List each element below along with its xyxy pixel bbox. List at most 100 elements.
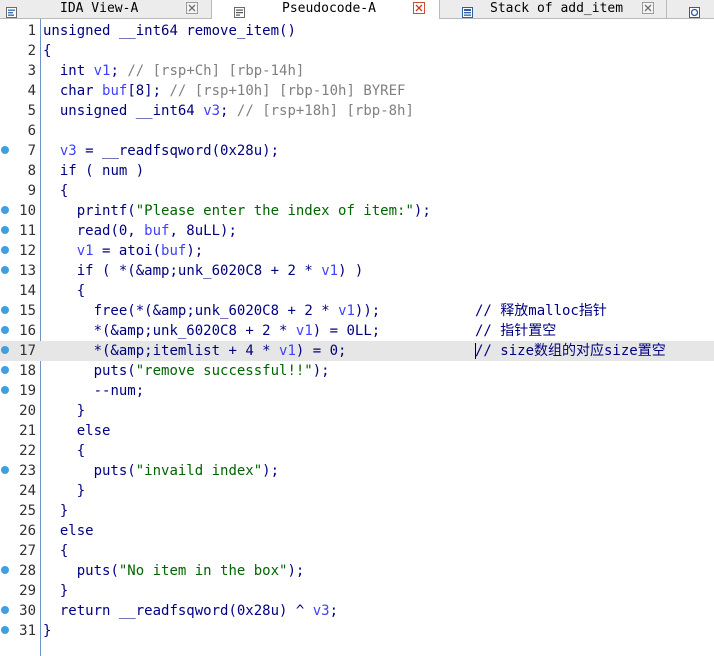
line-number: 13 — [19, 263, 36, 279]
breakpoint-dot-icon[interactable] — [1, 226, 9, 234]
code-line[interactable]: 24 } — [0, 481, 714, 501]
ida-view-icon — [6, 3, 17, 18]
breakpoint-dot-icon[interactable] — [1, 566, 9, 574]
line-number: 20 — [19, 403, 36, 419]
code-text: { — [43, 43, 52, 59]
code-line[interactable]: 20 } — [0, 401, 714, 421]
code-line[interactable]: 21 else — [0, 421, 714, 441]
close-icon[interactable] — [642, 2, 654, 14]
line-number: 25 — [19, 503, 36, 519]
tab-bar: IDA View-A Pseudocode-A Stack of add_ite… — [0, 0, 714, 19]
code-line[interactable]: 27 { — [0, 541, 714, 561]
code-line[interactable]: 1 unsigned __int64 remove_item() — [0, 21, 714, 41]
breakpoint-dot-icon[interactable] — [1, 386, 9, 394]
code-text: } — [43, 503, 69, 519]
code-line[interactable]: 3 int v1; // [rsp+Ch] [rbp-14h] — [0, 61, 714, 81]
code-text: int v1; // [rsp+Ch] [rbp-14h] — [59, 63, 305, 79]
code-text: puts("No item in the box"); — [76, 563, 305, 579]
pseudocode-icon — [234, 3, 245, 18]
code-line[interactable]: 17 *(&amp;itemlist + 4 * v1) = 0; // size… — [0, 341, 714, 361]
tab-label: Stack of add_item — [490, 1, 624, 16]
tab-ida-view-a[interactable]: IDA View-A — [0, 0, 212, 18]
code-line[interactable]: 29 } — [0, 581, 714, 601]
line-number: 8 — [27, 163, 36, 179]
code-text: *(&amp;unk_6020C8 + 2 * v1) = 0LL; — [43, 323, 381, 339]
code-line[interactable]: 19 --num; — [0, 381, 714, 401]
code-text: v3 = __readfsqword(0x28u); — [59, 143, 280, 159]
hexview-icon — [689, 3, 700, 18]
line-number: 23 — [19, 463, 36, 479]
code-line[interactable]: 6 — [0, 121, 714, 141]
code-line[interactable]: 8 if ( num ) — [0, 161, 714, 181]
code-line[interactable]: 11 read(0, buf, 8uLL); — [0, 221, 714, 241]
code-line[interactable]: 2{ — [0, 41, 714, 61]
close-icon[interactable] — [186, 2, 198, 14]
code-line[interactable]: 15 free(*(&amp;unk_6020C8 + 2 * v1)); // … — [0, 301, 714, 321]
pseudocode-editor[interactable]: 1 unsigned __int64 remove_item() 2{3 int v… — [0, 19, 714, 656]
code-text: unsigned __int64 remove_item() — [43, 23, 296, 39]
tab-pseudocode-a[interactable]: Pseudocode-A — [212, 0, 440, 19]
line-number: 19 — [19, 383, 36, 399]
breakpoint-dot-icon[interactable] — [1, 626, 9, 634]
line-number: 4 — [27, 83, 36, 99]
code-text: { — [43, 283, 86, 299]
code-line[interactable]: 16 *(&amp;unk_6020C8 + 2 * v1) = 0LL; // … — [0, 321, 714, 341]
code-line[interactable]: 18 puts("remove successful!!"); — [0, 361, 714, 381]
line-number: 28 — [19, 563, 36, 579]
breakpoint-dot-icon[interactable] — [1, 306, 9, 314]
code-line[interactable]: 12 v1 = atoi(buf); — [0, 241, 714, 261]
close-icon[interactable] — [413, 2, 425, 14]
tab-label: IDA View-A — [60, 1, 139, 16]
text-cursor — [475, 343, 476, 359]
breakpoint-dot-icon[interactable] — [1, 466, 9, 474]
breakpoint-dot-icon[interactable] — [1, 246, 9, 254]
code-line[interactable]: 4 char buf[8]; // [rsp+10h] [rbp-10h] BY… — [0, 81, 714, 101]
line-number: 3 — [27, 63, 36, 79]
code-line[interactable]: 13 if ( *(&amp;unk_6020C8 + 2 * v1) ) — [0, 261, 714, 281]
code-text: v1 = atoi(buf); — [76, 243, 204, 259]
breakpoint-dot-icon[interactable] — [1, 366, 9, 374]
code-line[interactable]: 7 v3 = __readfsqword(0x28u); — [0, 141, 714, 161]
code-line[interactable]: 23 puts("invaild index"); — [0, 461, 714, 481]
code-text: --num; — [43, 383, 145, 399]
code-line[interactable]: 14 { — [0, 281, 714, 301]
code-text: { — [43, 183, 69, 199]
line-number: 6 — [27, 123, 36, 139]
code-line[interactable]: 22 { — [0, 441, 714, 461]
code-text: read(0, buf, 8uLL); — [76, 223, 237, 239]
code-text: free(*(&amp;unk_6020C8 + 2 * v1)); — [93, 303, 381, 319]
breakpoint-dot-icon[interactable] — [1, 346, 9, 354]
code-text: { — [43, 443, 86, 459]
code-text: } — [43, 623, 52, 639]
code-text: if ( *(&amp;unk_6020C8 + 2 * v1) ) — [76, 263, 364, 279]
breakpoint-dot-icon[interactable] — [1, 326, 9, 334]
breakpoint-dot-icon[interactable] — [1, 266, 9, 274]
line-number: 18 — [19, 363, 36, 379]
breakpoint-dot-icon[interactable] — [1, 206, 9, 214]
line-number: 2 — [27, 43, 36, 59]
code-line[interactable]: 31} — [0, 621, 714, 641]
code-text: return __readfsqword(0x28u) ^ v3; — [59, 603, 339, 619]
code-line[interactable]: 30 return __readfsqword(0x28u) ^ v3; — [0, 601, 714, 621]
breakpoint-dot-icon[interactable] — [1, 146, 9, 154]
code-text: unsigned __int64 v3; // [rsp+18h] [rbp-8… — [59, 103, 414, 119]
code-line[interactable]: 9 { — [0, 181, 714, 201]
code-line[interactable]: 10 printf("Please enter the index of ite… — [0, 201, 714, 221]
breakpoint-dot-icon[interactable] — [1, 606, 9, 614]
tab-label: Pseudocode-A — [282, 1, 376, 16]
code-line[interactable]: 25 } — [0, 501, 714, 521]
code-line[interactable]: 28 puts("No item in the box"); — [0, 561, 714, 581]
code-line[interactable]: 26 else — [0, 521, 714, 541]
code-text: } — [43, 403, 86, 419]
line-comment: // 指针置空 — [475, 323, 557, 339]
line-comment: // 释放malloc指针 — [475, 303, 607, 319]
line-number: 15 — [19, 303, 36, 319]
line-number: 16 — [19, 323, 36, 339]
line-number: 14 — [19, 283, 36, 299]
line-comment: // size数组的对应size置空 — [475, 343, 666, 359]
code-line[interactable]: 5 unsigned __int64 v3; // [rsp+18h] [rbp… — [0, 101, 714, 121]
tab-stack-of-add-item[interactable]: Stack of add_item — [440, 0, 667, 18]
tab-hex-view[interactable] — [667, 0, 714, 18]
line-number: 1 — [27, 23, 36, 39]
line-number: 30 — [19, 603, 36, 619]
